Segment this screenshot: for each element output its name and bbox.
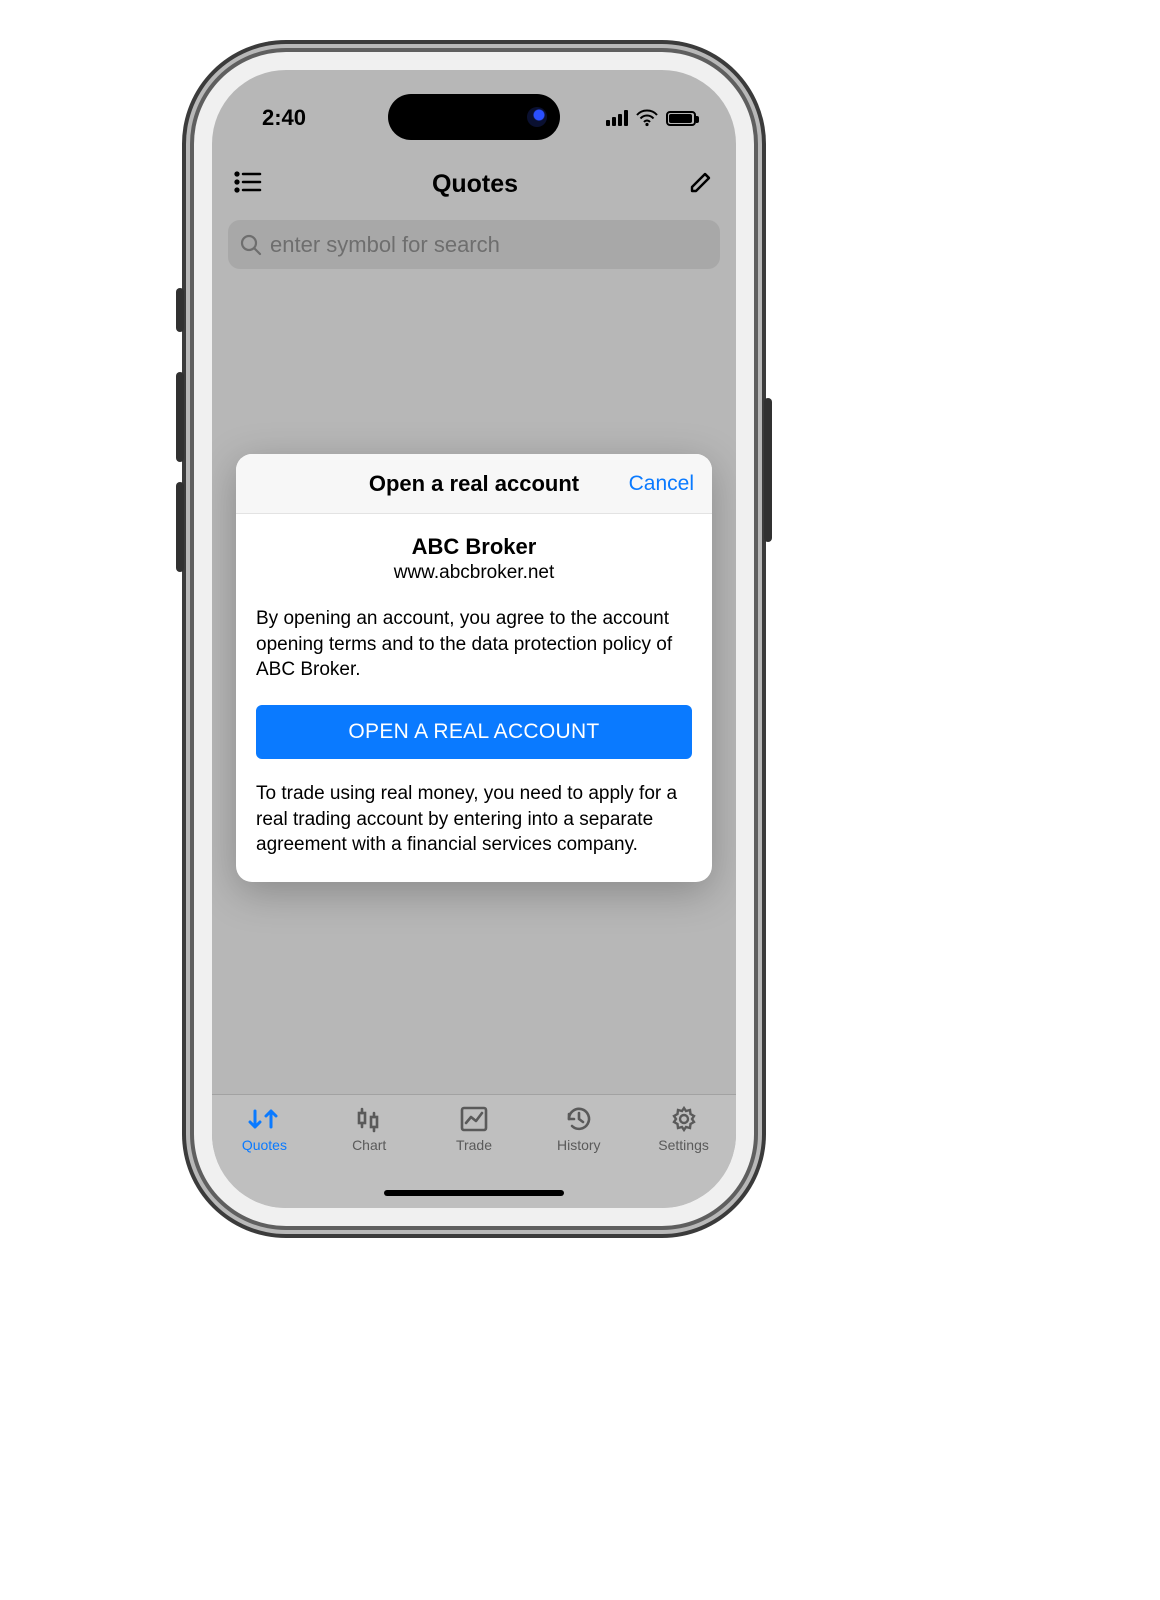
iphone-device-frame: 2:40 bbox=[194, 52, 754, 1226]
trade-icon bbox=[459, 1105, 489, 1133]
dynamic-island bbox=[388, 94, 560, 140]
nav-title: Quotes bbox=[432, 170, 518, 199]
chart-icon bbox=[354, 1105, 384, 1133]
tab-quotes[interactable]: Quotes bbox=[219, 1105, 309, 1153]
silent-switch bbox=[176, 288, 184, 332]
screen: 2:40 bbox=[212, 70, 736, 1208]
modal-title: Open a real account bbox=[369, 471, 579, 497]
tab-trade[interactable]: Trade bbox=[429, 1105, 519, 1153]
search-icon bbox=[240, 234, 262, 256]
cancel-button[interactable]: Cancel bbox=[629, 454, 694, 513]
search-input[interactable]: enter symbol for search bbox=[228, 220, 720, 269]
tab-history[interactable]: History bbox=[534, 1105, 624, 1153]
tab-label: Trade bbox=[456, 1137, 492, 1153]
tab-label: Settings bbox=[658, 1137, 709, 1153]
tab-settings[interactable]: Settings bbox=[639, 1105, 729, 1153]
volume-up-button bbox=[176, 372, 184, 462]
tab-label: History bbox=[557, 1137, 601, 1153]
tab-label: Chart bbox=[352, 1137, 386, 1153]
power-button bbox=[764, 398, 772, 542]
status-time: 2:40 bbox=[262, 105, 306, 131]
battery-icon bbox=[666, 111, 696, 126]
tab-label: Quotes bbox=[242, 1137, 287, 1153]
broker-url: www.abcbroker.net bbox=[256, 562, 692, 584]
tab-chart[interactable]: Chart bbox=[324, 1105, 414, 1153]
list-icon[interactable] bbox=[234, 170, 262, 199]
volume-down-button bbox=[176, 482, 184, 572]
modal-body: ABC Broker www.abcbroker.net By opening … bbox=[236, 514, 712, 882]
nav-bar: Quotes bbox=[212, 156, 736, 212]
status-right bbox=[606, 109, 696, 127]
settings-icon bbox=[669, 1105, 699, 1133]
edit-icon[interactable] bbox=[688, 169, 714, 200]
open-real-account-button[interactable]: OPEN A REAL ACCOUNT bbox=[256, 705, 692, 759]
open-account-modal: Open a real account Cancel ABC Broker ww… bbox=[236, 454, 712, 882]
modal-header: Open a real account Cancel bbox=[236, 454, 712, 514]
search-placeholder: enter symbol for search bbox=[270, 232, 500, 258]
wifi-icon bbox=[636, 109, 658, 127]
broker-name: ABC Broker bbox=[256, 534, 692, 560]
terms-text: By opening an account, you agree to the … bbox=[256, 606, 692, 683]
home-indicator[interactable] bbox=[384, 1190, 564, 1196]
history-icon bbox=[564, 1105, 594, 1133]
cellular-icon bbox=[606, 110, 628, 126]
quotes-icon bbox=[247, 1105, 281, 1133]
note-text: To trade using real money, you need to a… bbox=[256, 781, 692, 858]
